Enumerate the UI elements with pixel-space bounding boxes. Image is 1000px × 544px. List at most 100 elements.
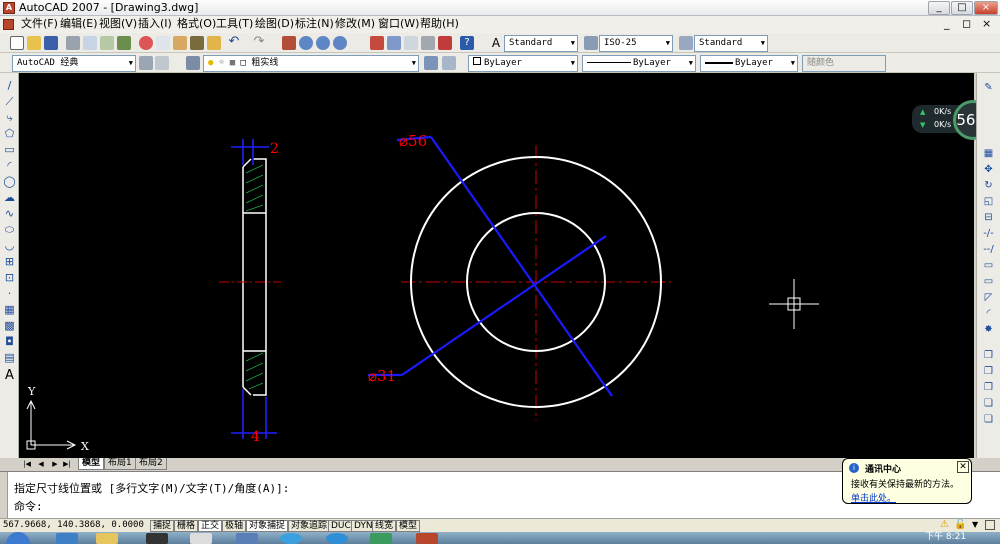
multiline-text-icon[interactable]: A <box>3 369 16 382</box>
task-app3-icon[interactable] <box>236 533 258 544</box>
paste-icon[interactable] <box>173 36 187 50</box>
menu-tools[interactable]: 工具(T) <box>216 17 253 31</box>
communication-center-balloon[interactable]: i 通讯中心 ✕ 接收有关保持最新的方法。 单击此处。 <box>842 458 972 504</box>
hatch-icon[interactable]: ▦ <box>3 303 16 316</box>
3d-dwf-icon[interactable] <box>117 36 131 50</box>
tab-first-button[interactable]: |◀ <box>22 459 32 469</box>
task-app1-icon[interactable] <box>146 533 168 544</box>
tab-prev-button[interactable]: ◀ <box>36 459 46 469</box>
rectangle-icon[interactable]: ▭ <box>3 143 16 156</box>
markup-icon[interactable] <box>438 36 452 50</box>
draworder-icon[interactable]: ❐ <box>982 349 995 362</box>
text-style-select[interactable]: Standard ▼ <box>504 35 578 52</box>
menu-modify[interactable]: 修改(M) <box>335 17 375 31</box>
new-icon[interactable] <box>10 36 24 50</box>
toolbar-lock-icon[interactable]: 🔓 <box>954 519 966 530</box>
menu-insert[interactable]: 插入(I) <box>138 17 172 31</box>
array-icon[interactable]: ▦ <box>982 147 995 160</box>
make-block-icon[interactable]: ⊡ <box>3 271 16 284</box>
ellipse-icon[interactable]: ⬭ <box>3 223 16 236</box>
region-icon[interactable]: ◘ <box>3 335 16 348</box>
tab-layout1[interactable]: 布局1 <box>104 458 136 470</box>
task-app5-icon[interactable] <box>326 533 348 544</box>
zoom-realtime-icon[interactable] <box>299 36 313 50</box>
task-explorer-icon[interactable] <box>96 533 118 544</box>
redo-icon[interactable]: ↷ <box>252 35 266 50</box>
save-icon[interactable] <box>44 36 58 50</box>
balloon-link[interactable]: 单击此处。 <box>851 491 896 504</box>
polyline-icon[interactable]: ⤷ <box>3 111 16 124</box>
trim-icon[interactable]: -/- <box>982 227 995 240</box>
color-select[interactable]: ByLayer ▼ <box>468 55 578 72</box>
erase-icon[interactable]: ✎ <box>982 81 995 94</box>
close-button[interactable]: × <box>974 1 998 15</box>
snap-toggle[interactable]: 捕捉 <box>150 520 175 532</box>
menu-file[interactable]: 文件(F) <box>21 17 58 31</box>
lineweight-select[interactable]: ByLayer ▼ <box>700 55 798 72</box>
tab-layout2[interactable]: 布局2 <box>135 458 167 470</box>
doc-minimize-button[interactable]: _ <box>944 17 950 31</box>
task-app2-icon[interactable] <box>190 533 212 544</box>
extend-icon[interactable]: --/ <box>982 243 995 256</box>
revision-cloud-icon[interactable]: ☁ <box>3 191 16 204</box>
workspace-save-icon[interactable] <box>155 56 169 70</box>
design-center-icon[interactable] <box>387 36 401 50</box>
dims-above-icon[interactable]: ❏ <box>982 413 995 426</box>
doc-close-button[interactable]: × <box>982 17 991 31</box>
task-app6-icon[interactable] <box>370 533 392 544</box>
insert-block-icon[interactable]: ⊞ <box>3 255 16 268</box>
gradient-icon[interactable]: ▩ <box>3 319 16 332</box>
explode-icon[interactable]: ✸ <box>982 323 995 336</box>
text-above-icon[interactable]: ❏ <box>982 397 995 410</box>
workspace-select[interactable]: AutoCAD 经典 ▼ <box>12 55 136 72</box>
warning-icon[interactable]: ⚠ <box>940 519 949 530</box>
break-icon[interactable]: ▭ <box>982 259 995 272</box>
menu-edit[interactable]: 编辑(E) <box>60 17 98 31</box>
scale-icon[interactable]: ◱ <box>982 195 995 208</box>
move-icon[interactable]: ✥ <box>982 163 995 176</box>
command-window-grip[interactable] <box>0 472 8 518</box>
block-editor-icon[interactable] <box>207 36 221 50</box>
dim-style-select[interactable]: ISO-25 ▼ <box>599 35 673 52</box>
rotate-icon[interactable]: ↻ <box>982 179 995 192</box>
menu-window[interactable]: 窗口(W) <box>378 17 419 31</box>
menu-format[interactable]: 格式(O) <box>177 17 216 31</box>
spline-icon[interactable]: ∿ <box>3 207 16 220</box>
autocad-app-icon[interactable]: A <box>3 2 15 14</box>
layer-select[interactable]: ● ☼ ■ □ 粗实线 ▼ <box>203 55 419 72</box>
table-style-select[interactable]: Standard ▼ <box>694 35 768 52</box>
open-icon[interactable] <box>27 36 41 50</box>
tab-next-button[interactable]: ▶ <box>50 459 60 469</box>
lineweight-toggle[interactable]: 线宽 <box>372 520 397 532</box>
task-ie-icon[interactable] <box>56 533 78 544</box>
publish-icon[interactable] <box>100 36 114 50</box>
layer-previous-icon[interactable] <box>442 56 456 70</box>
chamfer-icon[interactable]: ◸ <box>982 291 995 304</box>
layer-manager-icon[interactable] <box>186 56 200 70</box>
help-icon[interactable]: ? <box>460 36 474 50</box>
otrack-toggle[interactable]: 对象追踪 <box>288 520 331 532</box>
properties-icon[interactable] <box>370 36 384 50</box>
send-back-icon[interactable]: ❐ <box>982 381 995 394</box>
stretch-icon[interactable]: ⊟ <box>982 211 995 224</box>
balloon-close-button[interactable]: ✕ <box>957 461 969 473</box>
model-toggle[interactable]: 模型 <box>396 520 421 532</box>
print-icon[interactable] <box>66 36 80 50</box>
status-menu-arrow-icon[interactable]: ▼ <box>972 520 978 529</box>
copy-icon[interactable] <box>156 36 170 50</box>
coordinate-readout[interactable]: 567.9668, 140.3868, 0.0000 <box>3 519 144 532</box>
undo-icon[interactable]: ↶ <box>227 35 241 50</box>
menu-dimension[interactable]: 标注(N) <box>295 17 334 31</box>
tab-last-button[interactable]: ▶| <box>62 459 72 469</box>
osnap-toggle[interactable]: 对象捕捉 <box>246 520 289 532</box>
menu-view[interactable]: 视图(V) <box>99 17 137 31</box>
ellipse-arc-icon[interactable]: ◡ <box>3 239 16 252</box>
cut-icon[interactable] <box>139 36 153 50</box>
polygon-icon[interactable]: ⬠ <box>3 127 16 140</box>
maximize-button[interactable]: □ <box>951 1 973 15</box>
command-prompt[interactable]: 命令: <box>14 500 43 514</box>
task-app4-icon[interactable] <box>280 533 302 544</box>
workspace-settings-icon[interactable] <box>139 56 153 70</box>
doc-restore-button[interactable]: ◻ <box>962 17 971 31</box>
line-icon[interactable]: / <box>3 79 16 92</box>
